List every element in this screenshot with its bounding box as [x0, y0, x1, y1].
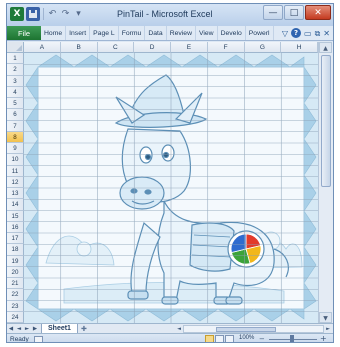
minimize-workbook-icon[interactable]: ▭ [304, 26, 312, 41]
zoom-in-icon[interactable]: + [320, 334, 327, 342]
row-header[interactable]: 20 [7, 266, 24, 278]
row-header[interactable]: 18 [7, 244, 24, 256]
row-header[interactable]: 14 [7, 199, 24, 211]
first-sheet-icon[interactable]: ◀ [7, 326, 15, 332]
save-glyph [29, 10, 37, 18]
quick-access-toolbar: X ↶ ↷ ▾ [10, 7, 84, 21]
excel-window: X ↶ ↷ ▾ PinTail - Microsoft Excel — □ ✕ … [6, 3, 334, 343]
select-all-button[interactable] [7, 42, 24, 53]
column-header-g[interactable]: G [244, 42, 282, 53]
tab-file[interactable]: File [7, 26, 41, 40]
tab-powerpivot[interactable]: Powerl [246, 26, 274, 40]
save-icon[interactable] [26, 7, 40, 21]
worksheet-background-picture [24, 53, 318, 323]
row-header[interactable]: 19 [7, 255, 24, 267]
zoom-level[interactable]: 100% [239, 335, 254, 341]
column-header-h[interactable]: H [281, 42, 318, 53]
row-header[interactable]: 17 [7, 233, 24, 245]
row-header[interactable]: 11 [7, 165, 24, 177]
redo-icon[interactable]: ↷ [60, 7, 71, 21]
sheet-tab-sheet1[interactable]: Sheet1 [41, 323, 78, 334]
tab-insert[interactable]: Insert [66, 26, 91, 40]
row-header[interactable]: 4 [7, 86, 24, 98]
close-button[interactable]: ✕ [305, 5, 331, 20]
zoom-out-icon[interactable]: − [259, 335, 265, 342]
next-sheet-icon[interactable]: ► [23, 326, 31, 332]
collapse-ribbon-icon[interactable]: ▽ [282, 26, 288, 41]
tab-formulas[interactable]: Formu [119, 26, 146, 40]
tab-home[interactable]: Home [41, 26, 67, 40]
macro-record-icon[interactable] [33, 335, 43, 342]
row-header[interactable]: 3 [7, 75, 24, 87]
column-headers: A B C D E F G H [24, 42, 318, 53]
customize-qat-icon[interactable]: ▾ [73, 7, 84, 21]
vertical-scroll-thumb[interactable] [321, 55, 331, 187]
row-header[interactable]: 2 [7, 64, 24, 76]
row-header[interactable]: 16 [7, 221, 24, 233]
maximize-button[interactable]: □ [284, 5, 304, 20]
scroll-right-icon[interactable]: ► [324, 325, 332, 333]
tab-data[interactable]: Data [145, 26, 167, 40]
normal-view-icon[interactable] [205, 335, 214, 342]
row-header[interactable]: 12 [7, 176, 24, 188]
last-sheet-icon[interactable]: ▶ [31, 326, 39, 332]
column-header-d[interactable]: D [134, 42, 171, 53]
tab-review[interactable]: Review [167, 26, 196, 40]
zoom-slider-thumb[interactable] [290, 335, 294, 342]
row-header[interactable]: 1 [7, 53, 24, 65]
tab-developer[interactable]: Develo [218, 26, 246, 40]
scroll-up-icon[interactable]: ▲ [319, 42, 332, 53]
qat-separator [43, 8, 44, 20]
tab-view[interactable]: View [196, 26, 218, 40]
horizontal-scroll-track[interactable] [183, 325, 324, 333]
window-controls: — □ ✕ [263, 5, 331, 20]
horizontal-scrollbar[interactable]: ◄ ► [175, 325, 332, 333]
scroll-left-icon[interactable]: ◄ [175, 325, 183, 333]
row-headers: 1 2 3 4 5 6 7 8 9 10 11 12 13 14 15 16 1… [7, 53, 24, 323]
column-header-b[interactable]: B [60, 42, 98, 53]
row-header[interactable]: 5 [7, 98, 24, 110]
view-switcher [205, 335, 234, 342]
status-bar: Ready 100% − + [7, 333, 333, 343]
insert-sheet-icon[interactable]: ✚ [81, 325, 87, 333]
ribbon-right-icons: ▽ ? ▭ ⧉ ✕ [282, 26, 333, 40]
help-icon[interactable]: ? [291, 28, 302, 38]
window-title: PinTail - Microsoft Excel [117, 9, 213, 19]
row-header[interactable]: 23 [7, 300, 24, 312]
row-header[interactable]: 10 [7, 154, 24, 166]
scroll-down-icon[interactable]: ▼ [319, 312, 332, 323]
column-header-c[interactable]: C [97, 42, 135, 53]
close-workbook-icon[interactable]: ✕ [323, 26, 330, 41]
row-header[interactable]: 15 [7, 210, 24, 222]
column-header-f[interactable]: F [207, 42, 245, 53]
row-header[interactable]: 6 [7, 109, 24, 121]
prev-sheet-icon[interactable]: ◄ [15, 326, 23, 332]
column-header-a[interactable]: A [24, 42, 61, 53]
column-header-e[interactable]: E [171, 42, 208, 53]
row-header[interactable]: 21 [7, 278, 24, 290]
row-header[interactable]: 13 [7, 188, 24, 200]
row-header[interactable]: 24 [7, 311, 24, 323]
restore-workbook-icon[interactable]: ⧉ [315, 26, 321, 41]
horizontal-scroll-thumb[interactable] [216, 327, 276, 332]
pie-chart-target [227, 230, 265, 268]
row-header-active[interactable]: 8 [7, 131, 24, 143]
ribbon-tab-bar: File Home Insert Page L Formu Data Revie… [7, 26, 333, 41]
page-layout-view-icon[interactable] [215, 335, 224, 342]
undo-icon[interactable]: ↶ [47, 7, 58, 21]
row-header[interactable]: 7 [7, 120, 24, 132]
vertical-scrollbar[interactable]: ▲ ▼ [318, 42, 333, 323]
status-ready: Ready [10, 335, 29, 343]
sheet-tab-bar: ◀ ◄ ► ▶ Sheet1 ✚ ◄ ► [7, 323, 333, 334]
row-header[interactable]: 22 [7, 289, 24, 301]
spreadsheet-grid: A B C D E F G H 1 2 3 4 5 6 7 8 9 10 11 … [7, 42, 333, 323]
tab-page-layout[interactable]: Page L [90, 26, 119, 40]
title-bar: X ↶ ↷ ▾ PinTail - Microsoft Excel — □ ✕ [7, 4, 333, 26]
page-break-view-icon[interactable] [225, 335, 234, 342]
minimize-button[interactable]: — [263, 5, 283, 20]
row-header[interactable]: 9 [7, 143, 24, 155]
cell-area[interactable] [24, 53, 318, 323]
excel-app-icon[interactable]: X [10, 7, 24, 21]
